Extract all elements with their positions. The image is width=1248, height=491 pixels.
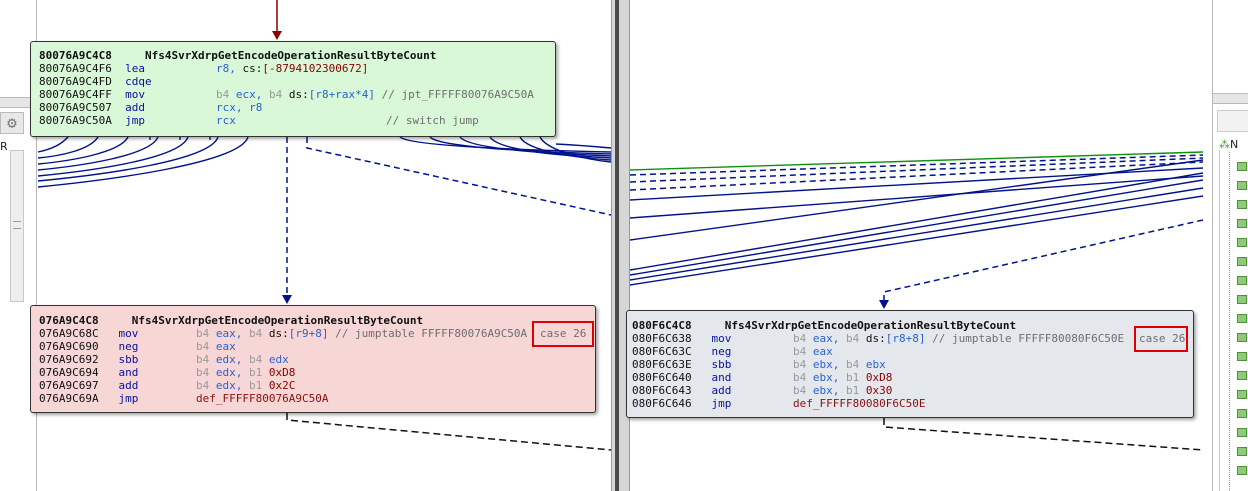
instruction-operands: b4 ebx, b1 0x30 <box>793 384 893 397</box>
tree-node-icon[interactable] <box>1237 181 1247 190</box>
right-fan-edges <box>399 136 612 163</box>
tree-node-icon[interactable] <box>1237 466 1247 475</box>
instruction-row[interactable]: 80076A9C507 add <box>39 101 145 114</box>
tree-node-icon[interactable] <box>1237 390 1247 399</box>
tree-node-icon[interactable] <box>1237 447 1247 456</box>
instruction-row[interactable]: 076A9C69A jmp <box>39 392 138 405</box>
tree-node-icon[interactable] <box>1237 238 1247 247</box>
instruction-row[interactable]: 80076A9C50A jmp <box>39 114 145 127</box>
instruction-operands: b4 eax, b4 ds:[r8+8] // jumptable FFFFF8… <box>793 332 1125 345</box>
block-title-row: 076A9C4C8 Nfs4SvrXdrpGetEncodeOperationR… <box>39 314 423 327</box>
dashed-edge-out-right <box>883 418 1204 451</box>
jump-target-label[interactable]: def_FFFFF80076A9C50A <box>196 392 328 405</box>
block-title-row: 080F6C4C8 Nfs4SvrXdrpGetEncodeOperationR… <box>632 319 1016 332</box>
instruction-comment: // switch jump <box>386 114 479 127</box>
tree-node-icon[interactable] <box>1237 295 1247 304</box>
instruction-operands: r8, cs:[-8794102300672] <box>216 62 369 75</box>
case-label: case 26 <box>1139 332 1186 345</box>
tree-root-item[interactable]: ⁂N <box>1219 138 1238 151</box>
tree-node-icon[interactable] <box>1237 428 1247 437</box>
tree-border <box>1219 150 1220 491</box>
instruction-row[interactable]: 80076A9C4F6 lea <box>39 62 145 75</box>
splitter-bar[interactable] <box>615 0 619 491</box>
block-title-address: 076A9C4C8 <box>39 314 99 327</box>
tree-guide-line <box>1229 152 1230 491</box>
dashed-edge-out-left <box>286 413 612 451</box>
case-arrowhead-left <box>282 295 292 304</box>
instruction-operands: rcx <box>216 114 236 127</box>
right-graph-green-edge <box>629 151 1204 171</box>
right-side-panel: ⁂N <box>1212 0 1248 491</box>
instruction-row[interactable]: 080F6C638 mov <box>632 332 731 345</box>
right-graph-solid-edges <box>629 159 1204 286</box>
instruction-row[interactable]: 080F6C643 add <box>632 384 731 397</box>
tree-node-icon[interactable] <box>1237 333 1247 342</box>
instruction-row[interactable]: 080F6C646 jmp <box>632 397 731 410</box>
block-title-function: Nfs4SvrXdrpGetEncodeOperationResultByteC… <box>144 49 437 62</box>
right-panel-toolbar <box>1213 93 1248 104</box>
instruction-row[interactable]: 80076A9C4FF mov <box>39 88 145 101</box>
instruction-row[interactable]: 076A9C68C mov <box>39 327 138 340</box>
case-label: case 26 <box>540 327 587 340</box>
tree-root-icon: ⁂ <box>1219 138 1230 151</box>
dashed-edge-case-block-right <box>883 219 1204 302</box>
incoming-arrowhead <box>272 31 282 40</box>
block-title-function: Nfs4SvrXdrpGetEncodeOperationResultByteC… <box>724 319 1017 332</box>
block-title-function: Nfs4SvrXdrpGetEncodeOperationResultByteC… <box>131 314 424 327</box>
jump-target-label[interactable]: def_FFFFF80080F6C50E <box>793 397 925 410</box>
instruction-operands: b4 ebx, b4 ebx <box>793 358 886 371</box>
instruction-row[interactable]: 080F6C63E sbb <box>632 358 731 371</box>
instruction-operands: b4 edx, b1 0x2C <box>196 379 296 392</box>
instruction-row[interactable]: 076A9C694 and <box>39 366 138 379</box>
instruction-operands: b4 ebx, b1 0xD8 <box>793 371 893 384</box>
instruction-operands: b4 eax <box>196 340 236 353</box>
case-arrowhead-right <box>879 300 889 309</box>
block-title-address: 80076A9C4C8 <box>39 49 112 62</box>
block-title-address: 080F6C4C8 <box>632 319 692 332</box>
instruction-operands: b4 eax, b4 ds:[r9+8] // jumptable FFFFF8… <box>196 327 528 340</box>
right-panel-header <box>1217 110 1248 132</box>
tree-node-icon[interactable] <box>1237 352 1247 361</box>
instruction-operands: b4 ecx, b4 ds:[r8+rax*4] // jpt_FFFFF800… <box>216 88 534 101</box>
tree-node-icon[interactable] <box>1237 276 1247 285</box>
instruction-row[interactable]: 80076A9C4FD cdqe <box>39 75 152 88</box>
instruction-row[interactable]: 080F6C63C neg <box>632 345 731 358</box>
tree-node-icon[interactable] <box>1237 257 1247 266</box>
instruction-row[interactable]: 076A9C692 sbb <box>39 353 138 366</box>
case-block-right[interactable]: 080F6C4C8 Nfs4SvrXdrpGetEncodeOperationR… <box>626 310 1194 418</box>
tree-node-icon[interactable] <box>1237 219 1247 228</box>
tree-node-icon[interactable] <box>1237 371 1247 380</box>
case-block-left[interactable]: 076A9C4C8 Nfs4SvrXdrpGetEncodeOperationR… <box>30 305 596 413</box>
dashed-edge-right <box>306 137 612 216</box>
instruction-operands: b4 edx, b1 0xD8 <box>196 366 296 379</box>
instruction-operands: b4 eax <box>793 345 833 358</box>
tree-root-label: N <box>1230 138 1239 151</box>
tree-node-icon[interactable] <box>1237 409 1247 418</box>
top-switch-block[interactable]: 80076A9C4C8 Nfs4SvrXdrpGetEncodeOperatio… <box>30 41 556 137</box>
tree-node-icon[interactable] <box>1237 314 1247 323</box>
tree-node-icon[interactable] <box>1237 200 1247 209</box>
instruction-row[interactable]: 080F6C640 and <box>632 371 731 384</box>
left-fan-edges <box>37 136 249 188</box>
block-title-row: 80076A9C4C8 Nfs4SvrXdrpGetEncodeOperatio… <box>39 49 436 62</box>
instruction-row[interactable]: 076A9C697 add <box>39 379 138 392</box>
instruction-row[interactable]: 076A9C690 neg <box>39 340 138 353</box>
instruction-operands: b4 edx, b4 edx <box>196 353 289 366</box>
tree-node-icon[interactable] <box>1237 162 1247 171</box>
instruction-operands: rcx, r8 <box>216 101 263 114</box>
